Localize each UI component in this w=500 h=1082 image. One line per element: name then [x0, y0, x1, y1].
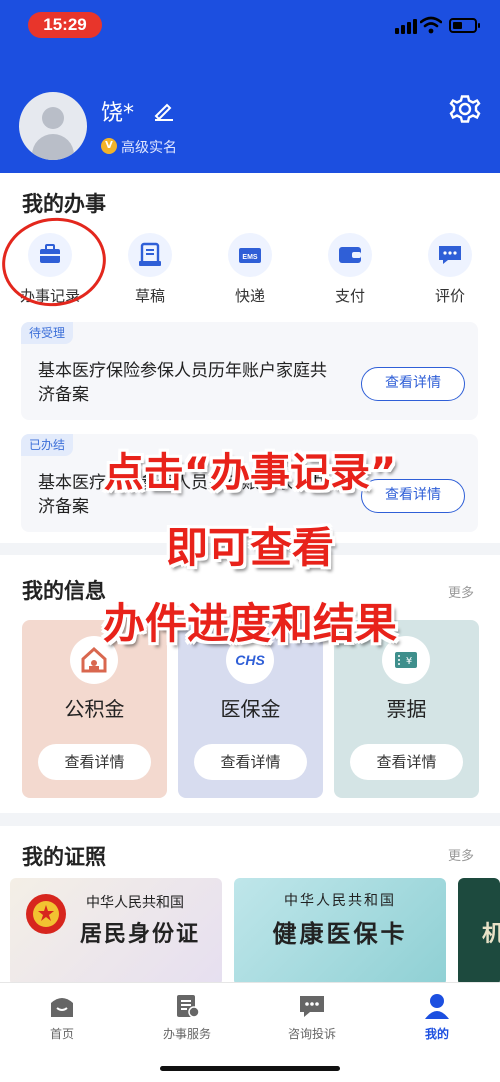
avatar[interactable] — [19, 92, 87, 160]
my-certificates-more-link[interactable]: 更多 — [448, 845, 474, 864]
tab-label: 我的 — [424, 1027, 449, 1041]
battery-icon — [449, 18, 480, 33]
verified-badge-icon: V — [101, 138, 117, 154]
overlay-text-line: 点击“办事记录” — [103, 450, 397, 496]
view-details-button[interactable]: 查看详情 — [361, 367, 465, 401]
shortcut-evaluate[interactable]: 评价 — [415, 233, 485, 306]
ems-icon: EMS — [228, 233, 272, 277]
view-details-button[interactable]: 查看详情 — [38, 744, 151, 780]
tab-services[interactable]: 办事服务 — [137, 993, 237, 1042]
cert-name: 居民身份证 — [80, 921, 201, 947]
tab-home[interactable]: 首页 — [12, 993, 112, 1042]
info-card-name: 票据 — [386, 697, 427, 721]
svg-text:¥: ¥ — [406, 656, 412, 667]
shortcut-express[interactable]: EMS 快递 — [215, 233, 285, 306]
settings-gear-icon[interactable] — [448, 92, 482, 126]
consult-icon — [298, 993, 326, 1019]
status-badge: 待受理 — [21, 322, 74, 344]
view-details-button[interactable]: 查看详情 — [350, 744, 463, 780]
shortcut-payment[interactable]: 支付 — [315, 233, 385, 306]
service-icon — [173, 993, 201, 1019]
shortcut-drafts[interactable]: 草稿 — [115, 233, 185, 306]
my-certificates-title: 我的证照 — [22, 845, 106, 869]
cert-name: 健康医保卡 — [272, 919, 408, 948]
shortcut-label: 评价 — [434, 287, 465, 305]
signal-icon — [395, 18, 417, 34]
home-indicator — [160, 1066, 340, 1071]
svg-text:EMS: EMS — [242, 254, 258, 261]
cert-card-partial[interactable]: 机 — [458, 878, 500, 986]
draft-icon — [128, 233, 172, 277]
tab-label: 首页 — [49, 1027, 74, 1041]
cert-card-id[interactable]: 中华人民共和国 居民身份证 — [10, 878, 222, 986]
cert-issuer: 中华人民共和国 — [86, 895, 184, 911]
home-icon — [48, 993, 76, 1019]
verification-level: 高级实名 — [121, 140, 177, 156]
tab-consult[interactable]: 咨询投诉 — [262, 993, 362, 1042]
status-time: 15:29 — [28, 12, 102, 38]
user-name: 饶* — [101, 101, 135, 126]
overlay-text-line: 办件进度和结果 — [102, 599, 397, 648]
national-emblem-icon — [26, 894, 66, 934]
profile-header: 15:29 饶* V 高级实名 — [0, 0, 500, 173]
wifi-icon — [420, 16, 442, 34]
info-card-name: 公积金 — [64, 697, 125, 721]
comment-icon — [428, 233, 472, 277]
info-card-name: 医保金 — [220, 697, 281, 721]
user-icon — [423, 993, 451, 1019]
tab-label: 咨询投诉 — [287, 1027, 336, 1041]
edit-pencil-icon[interactable] — [152, 98, 176, 122]
chs-logo-text: CHS — [235, 652, 265, 668]
tab-mine[interactable]: 我的 — [387, 993, 487, 1042]
tab-label: 办事服务 — [162, 1027, 211, 1041]
cert-name: 机 — [482, 921, 500, 947]
shortcut-label: 支付 — [334, 287, 365, 305]
my-affairs-title: 我的办事 — [22, 192, 106, 216]
overlay-text-line: 即可查看 — [165, 523, 334, 572]
view-details-button[interactable]: 查看详情 — [194, 744, 307, 780]
cert-issuer: 中华人民共和国 — [284, 893, 396, 909]
shortcut-label: 快递 — [234, 287, 265, 305]
task-title: 基本医疗保险参保人员历年账户家庭共济备案 — [38, 361, 327, 405]
shortcut-label: 草稿 — [134, 287, 165, 305]
wallet-icon — [328, 233, 372, 277]
task-item[interactable]: 待受理 基本医疗保险参保人员历年账户家庭共济备案 查看详情 — [21, 322, 478, 420]
status-bar: 15:29 — [0, 0, 500, 50]
cert-card-medical[interactable]: 中华人民共和国 健康医保卡 — [234, 878, 446, 986]
